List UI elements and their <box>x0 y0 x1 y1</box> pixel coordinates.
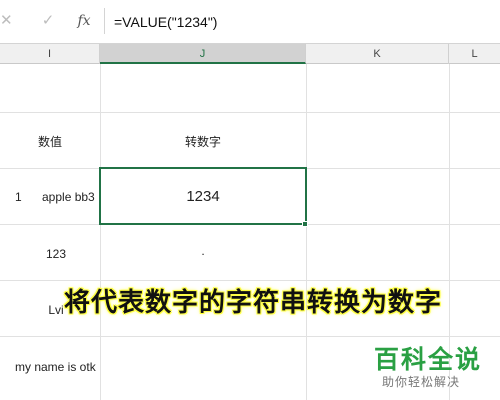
formula-input[interactable]: =VALUE("1234") <box>114 10 217 34</box>
fill-handle[interactable] <box>302 221 308 227</box>
grid-line <box>306 64 307 400</box>
column-header-row: I J K L <box>0 44 500 64</box>
grid-line <box>0 280 500 281</box>
column-header-l[interactable]: L <box>449 44 500 64</box>
column-header-i[interactable]: I <box>0 44 100 64</box>
watermark-title: 百科全说 <box>374 345 483 374</box>
cell-i-row1-index[interactable]: 1 <box>15 190 22 204</box>
formula-bar-divider <box>104 8 105 34</box>
column-header-j[interactable]: J <box>100 44 306 64</box>
grid-line <box>0 336 500 337</box>
cell-j-header[interactable]: 转数字 <box>100 133 306 150</box>
caption-overlay: 将代表数字的字符串转换为数字 <box>64 288 443 318</box>
grid-line <box>100 64 101 400</box>
formula-bar: ✕ ✓ fx =VALUE("1234") <box>0 0 500 44</box>
cell-j-row2[interactable]: . <box>100 244 306 258</box>
cell-i-header[interactable]: 数值 <box>0 133 100 150</box>
confirm-icon[interactable]: ✓ <box>38 10 58 32</box>
grid-line <box>0 112 500 113</box>
watermark-subtitle: 助你轻松解决 <box>382 375 461 389</box>
active-cell-selection[interactable] <box>99 167 307 225</box>
cell-i-row4[interactable]: my name is otk <box>15 360 96 374</box>
column-header-k[interactable]: K <box>306 44 449 64</box>
watermark-logo: 百科全说 助你轻松解决 <box>374 340 492 396</box>
cell-i-row2[interactable]: 123 <box>0 247 112 261</box>
cancel-icon[interactable]: ✕ <box>0 10 13 32</box>
cell-i-row1[interactable]: apple bb3 <box>42 190 95 204</box>
insert-function-icon[interactable]: fx <box>74 10 94 32</box>
